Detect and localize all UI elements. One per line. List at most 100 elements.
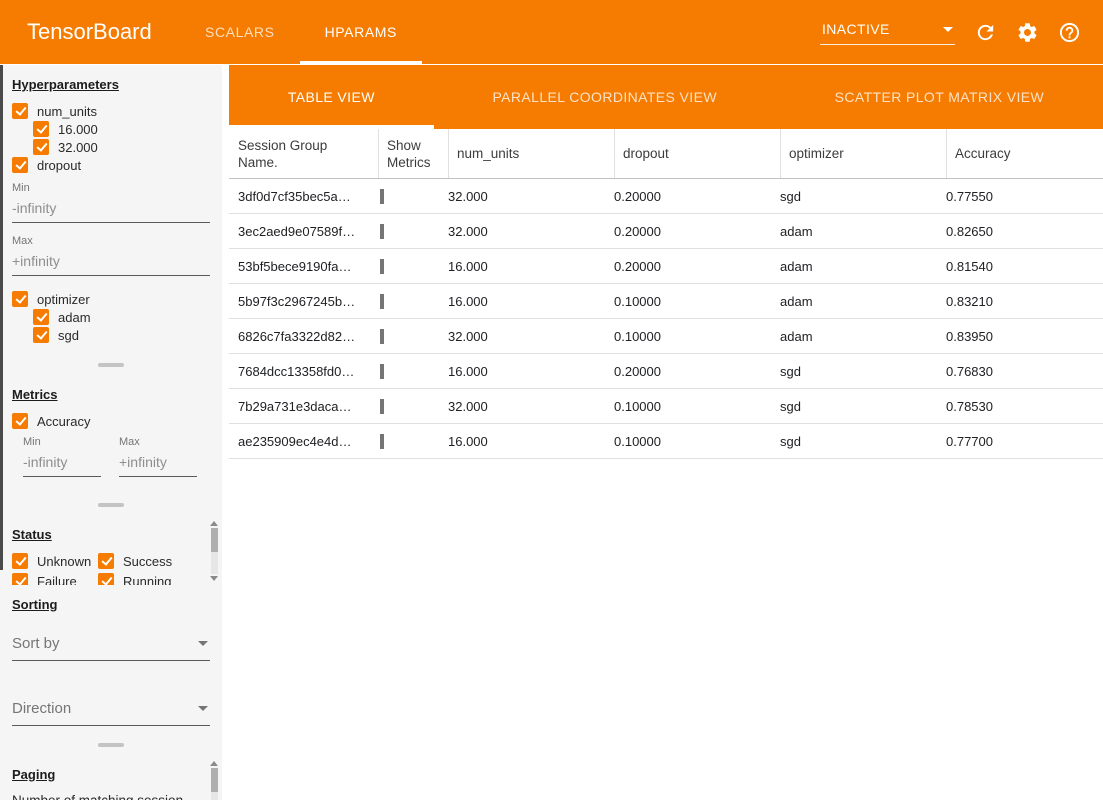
col-header-accuracy: Accuracy [946,129,1103,178]
help-icon[interactable] [1057,20,1081,44]
show-metrics-cell [378,399,448,414]
num-units-checkbox[interactable] [12,103,28,119]
view-tabs: TABLE VIEW PARALLEL COORDINATES VIEW SCA… [229,65,1103,129]
metrics-minmax-row: Min Max [23,436,212,477]
show-metrics-cell [378,294,448,309]
sort-by-select[interactable]: Sort by [12,630,210,661]
dropout-min-label: Min [12,182,212,194]
paging-section: Paging Number of matching session groups… [0,755,222,800]
show-metrics-checkbox[interactable] [380,294,384,309]
refresh-icon[interactable] [973,20,997,44]
show-metrics-checkbox[interactable] [380,434,384,449]
dropout-cell: 0.10000 [614,434,780,449]
optimizer-sgd-checkbox[interactable] [33,327,49,343]
show-metrics-checkbox[interactable] [380,329,384,344]
table-row: 7684dcc13358fd0… 16.000 0.20000 sgd 0.76… [229,354,1103,389]
status-section: Status Unknown Success Failure Running [0,515,222,585]
status-unknown-checkbox[interactable] [12,553,28,569]
tab-table-view[interactable]: TABLE VIEW [229,65,434,129]
num-units-cell: 32.000 [448,329,614,344]
dropout-min-input[interactable] [12,196,210,223]
table-header-row: Session Group Name. Show Metrics num_uni… [229,129,1103,179]
gear-icon[interactable] [1015,20,1039,44]
scroll-down-icon[interactable] [210,576,218,581]
tab-parallel-coordinates-view[interactable]: PARALLEL COORDINATES VIEW [434,65,776,129]
dropout-max-field: Max [12,235,212,276]
hparam-row-optimizer-adam: adam [33,308,212,326]
optimizer-cell: sgd [780,434,946,449]
accuracy-cell: 0.76830 [946,364,1103,379]
scrollbar-thumb[interactable] [211,528,218,552]
scroll-up-icon[interactable] [210,521,218,526]
optimizer-checkbox[interactable] [12,291,28,307]
scrollbar-track[interactable] [211,768,218,800]
hyperparameters-title: Hyperparameters [12,77,212,92]
num-units-16-checkbox[interactable] [33,121,49,137]
hyperparameters-section: Hyperparameters num_units 16.000 32.000 … [0,65,222,355]
scroll-up-icon[interactable] [210,761,218,766]
optimizer-label: optimizer [37,292,90,307]
num-units-cell: 16.000 [448,259,614,274]
session-groups-table: Session Group Name. Show Metrics num_uni… [229,129,1103,459]
section-resize-handle[interactable] [98,363,124,367]
metrics-min-input[interactable] [23,450,101,477]
dropout-cell: 0.10000 [614,329,780,344]
metrics-max-label: Max [119,436,197,448]
direction-select[interactable]: Direction [12,695,210,726]
dropout-checkbox[interactable] [12,157,28,173]
paging-scrollbar[interactable] [209,761,219,800]
scrollbar-track[interactable] [211,528,218,574]
optimizer-cell: adam [780,259,946,274]
session-name-cell: ae235909ec4e4d… [238,434,378,449]
section-resize-handle[interactable] [98,503,124,507]
accuracy-checkbox[interactable] [12,413,28,429]
sort-by-value: Sort by [12,635,60,652]
status-running-checkbox[interactable] [98,573,114,585]
reload-status-value: INACTIVE [822,21,890,37]
optimizer-cell: adam [780,329,946,344]
num-units-cell: 16.000 [448,364,614,379]
hparams-sidebar: Hyperparameters num_units 16.000 32.000 … [0,65,222,800]
show-metrics-checkbox[interactable] [380,399,384,414]
show-metrics-checkbox[interactable] [380,259,384,274]
top-app-bar: TensorBoard SCALARS HPARAMS INACTIVE [0,0,1103,64]
metrics-min-field: Min [23,436,101,477]
topbar-actions: INACTIVE [820,0,1103,64]
dropout-max-input[interactable] [12,249,210,276]
show-metrics-cell [378,364,448,379]
section-resize-handle[interactable] [98,743,124,747]
tab-scalars[interactable]: SCALARS [180,0,300,64]
main-nav-tabs: SCALARS HPARAMS [180,0,422,64]
accuracy-cell: 0.83950 [946,329,1103,344]
table-row: 3df0d7cf35bec5a… 32.000 0.20000 sgd 0.77… [229,179,1103,214]
tab-hparams[interactable]: HPARAMS [300,0,422,64]
show-metrics-cell [378,434,448,449]
dropout-cell: 0.20000 [614,224,780,239]
show-metrics-checkbox[interactable] [380,364,384,379]
show-metrics-cell [378,329,448,344]
show-metrics-checkbox[interactable] [380,224,384,239]
optimizer-sgd-label: sgd [58,328,79,343]
accuracy-cell: 0.82650 [946,224,1103,239]
num-units-32-checkbox[interactable] [33,139,49,155]
col-header-optimizer: optimizer [780,129,946,178]
optimizer-adam-checkbox[interactable] [33,309,49,325]
status-success-checkbox[interactable] [98,553,114,569]
scrollbar-thumb[interactable] [211,768,218,792]
show-metrics-cell [378,189,448,204]
dropout-min-field: Min [12,182,212,223]
status-failure-checkbox[interactable] [12,573,28,585]
status-options: Unknown Success Failure Running [12,552,212,585]
hparam-row-num-units-16: 16.000 [33,120,212,138]
session-name-cell: 53bf5bece9190fa… [238,259,378,274]
metrics-max-input[interactable] [119,450,197,477]
tab-scatter-plot-matrix-view[interactable]: SCATTER PLOT MATRIX VIEW [776,65,1103,129]
status-row-unknown: Unknown [12,552,98,570]
hparams-main-pane: TABLE VIEW PARALLEL COORDINATES VIEW SCA… [229,65,1103,800]
reload-status-select[interactable]: INACTIVE [820,19,955,45]
show-metrics-checkbox[interactable] [380,189,384,204]
status-scrollbar[interactable] [209,521,219,581]
optimizer-cell: adam [780,224,946,239]
col-header-num-units: num_units [448,129,614,178]
sidebar-scrollbar[interactable] [0,65,3,570]
